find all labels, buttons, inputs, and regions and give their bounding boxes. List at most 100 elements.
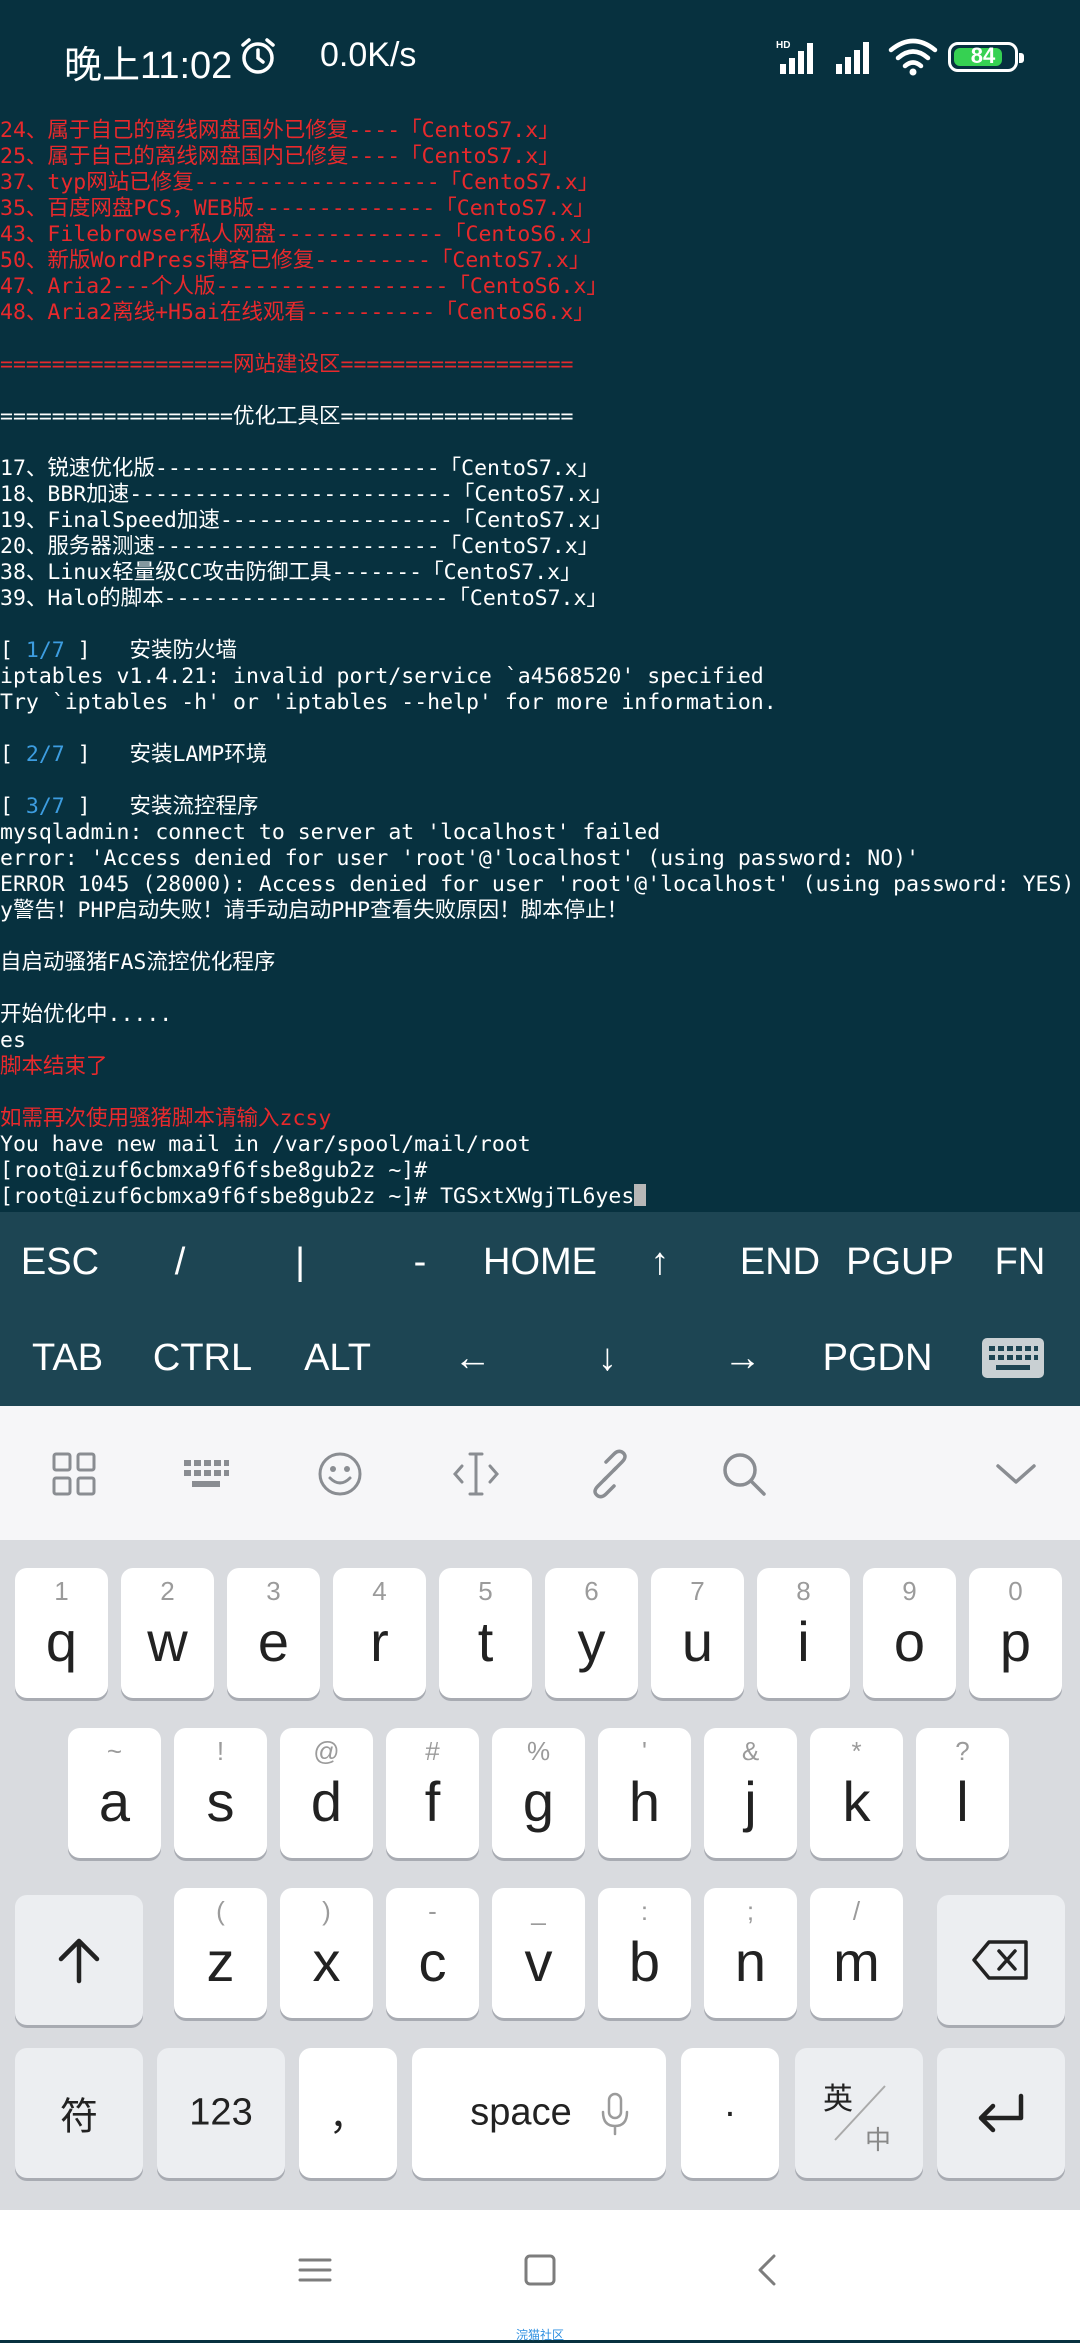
key-esc[interactable]: ESC (0, 1214, 120, 1310)
emoji-icon[interactable] (314, 1448, 366, 1500)
key-p[interactable]: 0p (969, 1568, 1062, 1698)
terminal-line: ==================网站建设区=================… (0, 352, 1080, 378)
key-hint: ' (642, 1736, 647, 1766)
language-divider (834, 2085, 886, 2141)
terminal-line: 47、Aria2---个人版------------------「CentoS6… (0, 274, 1080, 300)
key-b[interactable]: :b (598, 1888, 691, 2018)
symbols-key-label: 符 (59, 2096, 98, 2139)
terminal-line-text: 24、属于自己的离线网盘国外已修复----「CentoS7.x」 (0, 118, 560, 143)
terminal-lines: 24、属于自己的离线网盘国外已修复----「CentoS7.x」 25、属于自己的… (0, 118, 1080, 1210)
key-alt[interactable]: ALT (270, 1310, 405, 1406)
terminal-line: 38、Linux轻量级CC攻击防御工具-------「CentoS7.x」 (0, 560, 1080, 586)
keyboard-toggle-button[interactable] (945, 1310, 1080, 1406)
key-q[interactable]: 1q (15, 1568, 108, 1698)
key-h[interactable]: ' h (598, 1728, 691, 1858)
key-u[interactable]: 7u (651, 1568, 744, 1698)
terminal-line: 自启动骚猪FAS流控优化程序 (0, 950, 1080, 976)
numbers-key[interactable]: 123 (157, 2048, 285, 2178)
key-slash[interactable]: / (120, 1214, 240, 1310)
key-n[interactable]: ; n (704, 1888, 797, 2018)
key-o[interactable]: 9o (863, 1568, 956, 1698)
enter-key[interactable] (937, 2048, 1065, 2178)
key-tab[interactable]: TAB (0, 1310, 135, 1406)
key-hint: 2 (160, 1576, 175, 1606)
grid-menu-icon[interactable] (48, 1448, 100, 1500)
language-switch-key[interactable]: 英 中 (795, 2048, 923, 2178)
menu-icon[interactable] (295, 2250, 335, 2290)
home-icon[interactable] (520, 2250, 560, 2290)
key-l[interactable]: ? l (916, 1728, 1009, 1858)
period-key[interactable]: · (681, 2048, 779, 2178)
terminal-line-text: 43、Filebrowser私人网盘-------------「CentoS6.… (0, 222, 604, 247)
collapse-keyboard-icon[interactable] (990, 1448, 1042, 1500)
cursor-edit-icon[interactable] (450, 1448, 502, 1500)
terminal-line: 24、属于自己的离线网盘国外已修复----「CentoS7.x」 (0, 118, 1080, 144)
key-e[interactable]: 3e (227, 1568, 320, 1698)
key-hint: # (425, 1736, 440, 1766)
key-label: e (257, 1610, 290, 1673)
key-y[interactable]: 6y (545, 1568, 638, 1698)
key-hint: 5 (478, 1576, 493, 1606)
key-pgup[interactable]: PGUP (840, 1214, 960, 1310)
navigation-bar (0, 2210, 1080, 2340)
key-t[interactable]: 5t (439, 1568, 532, 1698)
key-s[interactable]: ! s (174, 1728, 267, 1858)
comma-key[interactable]: ， (299, 2048, 397, 2178)
key-home[interactable]: HOME (480, 1214, 600, 1310)
soft-keyboard: 1q2w3e4r5t6y7u8i9o0p ~ a! s @ d # f% g ' h & j * k? l … (0, 1540, 1080, 2210)
key-fn[interactable]: FN (960, 1214, 1080, 1310)
key-label: f (424, 1770, 441, 1833)
backspace-key[interactable] (937, 1895, 1065, 2025)
key-hint: : (640, 1896, 649, 1926)
terminal-line: 脚本结束了 (0, 1054, 1080, 1080)
terminal-line-text: Try `iptables -h' or 'iptables --help' f… (0, 690, 777, 715)
keyboard-toolbar (0, 1406, 1080, 1540)
shift-key[interactable] (15, 1895, 143, 2025)
key-w[interactable]: 2w (121, 1568, 214, 1698)
key-label: r (370, 1610, 389, 1673)
key-m[interactable]: / m (810, 1888, 903, 2018)
terminal-line-text: 19、FinalSpeed加速------------------「CentoS… (0, 508, 613, 533)
space-key[interactable]: space (412, 2048, 666, 2178)
key-arrow-up[interactable]: ↑ (600, 1214, 720, 1310)
key-hint: 8 (796, 1576, 811, 1606)
terminal-output[interactable]: 24、属于自己的离线网盘国外已修复----「CentoS7.x」 25、属于自己的… (0, 118, 1080, 1212)
key-r[interactable]: 4r (333, 1568, 426, 1698)
key-hint: ? (955, 1736, 970, 1766)
key-arrow-right[interactable]: → (675, 1310, 810, 1406)
key-pgdn[interactable]: PGDN (810, 1310, 945, 1406)
key-g[interactable]: % g (492, 1728, 585, 1858)
key-c[interactable]: -c (386, 1888, 479, 2018)
key-z[interactable]: (z (174, 1888, 267, 2018)
keyboard-layout-icon[interactable] (180, 1448, 232, 1500)
key-k[interactable]: * k (810, 1728, 903, 1858)
terminal-line-text: es (0, 1028, 26, 1053)
key-label: s (206, 1770, 235, 1833)
key-x[interactable]: ) x (280, 1888, 373, 2018)
key-hint: * (851, 1736, 862, 1766)
terminal-line-text: 脚本结束了 (0, 1054, 108, 1079)
key-hint: / (852, 1896, 861, 1926)
search-icon[interactable] (718, 1448, 770, 1500)
key-arrow-down[interactable]: ↓ (540, 1310, 675, 1406)
key-ctrl[interactable]: CTRL (135, 1310, 270, 1406)
symbols-key[interactable]: 符 (15, 2048, 143, 2178)
key-f[interactable]: # f (386, 1728, 479, 1858)
key-d[interactable]: @ d (280, 1728, 373, 1858)
key-j[interactable]: & j (704, 1728, 797, 1858)
back-icon[interactable] (748, 2250, 788, 2290)
terminal-line: 如需再次使用骚猪脚本请输入zcsy (0, 1106, 1080, 1132)
terminal-line: 19、FinalSpeed加速------------------「CentoS… (0, 508, 1080, 534)
key-label: b (628, 1930, 661, 1993)
clipboard-link-icon[interactable] (584, 1448, 636, 1500)
key-pipe[interactable]: | (240, 1214, 360, 1310)
terminal-line-text: You have new mail in /var/spool/mail/roo… (0, 1132, 531, 1157)
key-a[interactable]: ~ a (68, 1728, 161, 1858)
key-end[interactable]: END (720, 1214, 840, 1310)
key-dash[interactable]: - (360, 1214, 480, 1310)
key-v[interactable]: _ v (492, 1888, 585, 2018)
key-arrow-left[interactable]: ← (405, 1310, 540, 1406)
key-i[interactable]: 8i (757, 1568, 850, 1698)
